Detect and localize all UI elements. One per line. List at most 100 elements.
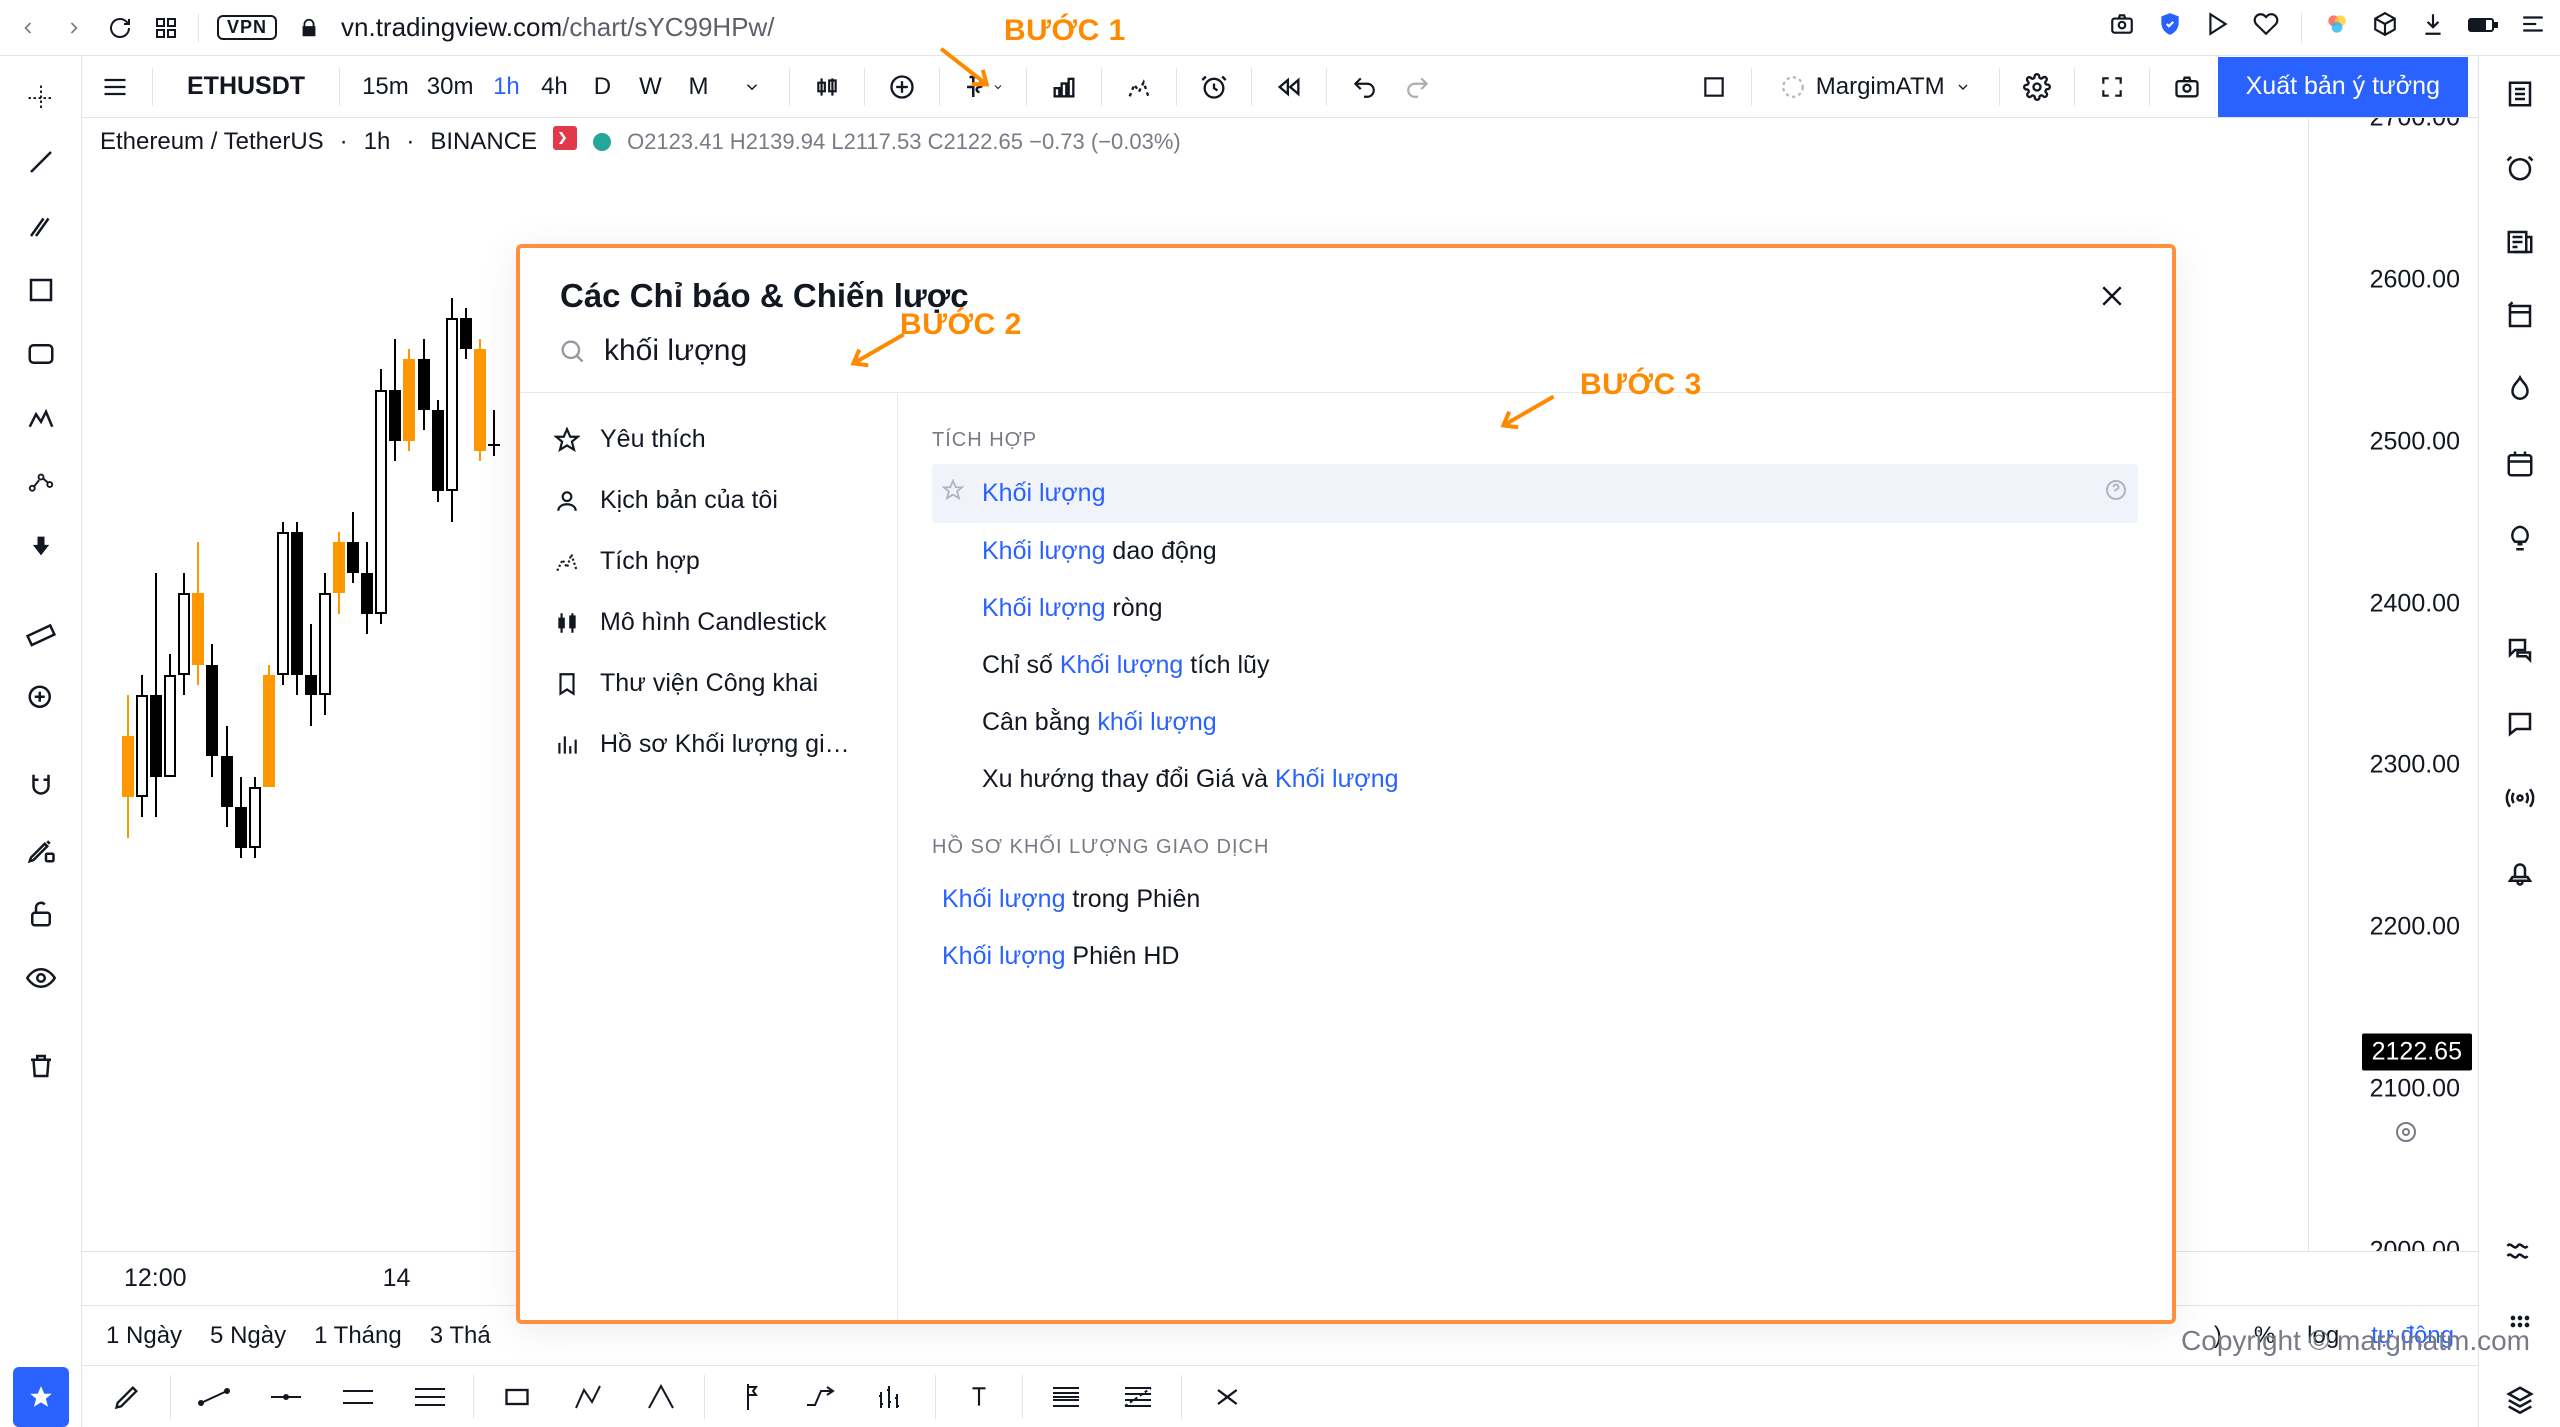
- crosshair-icon[interactable]: [13, 68, 69, 128]
- hamburger-icon[interactable]: [92, 64, 138, 110]
- stream-icon[interactable]: [2492, 770, 2548, 826]
- help-icon[interactable]: [2104, 478, 2128, 509]
- close-icon[interactable]: [2092, 276, 2132, 316]
- arrow-down-icon[interactable]: [13, 516, 69, 576]
- category-candle[interactable]: Mô hình Candlestick: [520, 592, 897, 653]
- category-chart[interactable]: Tích hợp: [520, 531, 897, 592]
- interval-D[interactable]: D: [579, 64, 625, 110]
- magnet-icon[interactable]: [13, 756, 69, 816]
- result-item[interactable]: Xu hướng thay đổi Giá và Khối lượng: [932, 751, 2138, 808]
- result-item[interactable]: Khối lượng: [932, 464, 2138, 523]
- result-item[interactable]: Khối lượng Phiên HD: [932, 928, 2138, 985]
- star-favorite-icon[interactable]: [13, 1367, 69, 1427]
- unlock-icon[interactable]: [13, 884, 69, 944]
- chat-multi-icon[interactable]: [2492, 622, 2548, 678]
- interval-M[interactable]: M: [675, 64, 721, 110]
- shapes-icon[interactable]: [13, 260, 69, 320]
- range-option[interactable]: 1 Tháng: [314, 1322, 402, 1349]
- symbol-button[interactable]: ETHUSDT: [167, 64, 325, 110]
- text-tool-icon[interactable]: [13, 324, 69, 384]
- pencil-lock-icon[interactable]: [13, 820, 69, 880]
- redo-icon[interactable]: [1395, 64, 1441, 110]
- layout-picker[interactable]: MargimATM: [1766, 64, 1985, 110]
- category-star[interactable]: Yêu thích: [520, 409, 897, 470]
- bell-icon[interactable]: [2492, 844, 2548, 900]
- chat-icon[interactable]: [2492, 696, 2548, 752]
- interval-W[interactable]: W: [627, 64, 673, 110]
- star-icon[interactable]: [942, 479, 964, 508]
- pencil-icon[interactable]: [92, 1373, 162, 1421]
- bars-tool-icon[interactable]: [857, 1373, 927, 1421]
- candles-style-icon[interactable]: [804, 64, 850, 110]
- ruler-icon[interactable]: [13, 604, 69, 664]
- apps-grid-icon[interactable]: [152, 14, 180, 42]
- menu-lines-icon[interactable]: [2520, 11, 2546, 44]
- reload-icon[interactable]: [106, 14, 134, 42]
- layers-icon[interactable]: [2492, 1371, 2548, 1427]
- forecast-icon[interactable]: [13, 452, 69, 512]
- vline-flag-icon[interactable]: [713, 1373, 783, 1421]
- heart-icon[interactable]: [2253, 11, 2279, 44]
- waves-icon[interactable]: [2492, 1223, 2548, 1279]
- interval-1h[interactable]: 1h: [483, 64, 529, 110]
- interval-15m[interactable]: 15m: [354, 64, 417, 110]
- download-icon[interactable]: [2420, 11, 2446, 44]
- data-window-icon[interactable]: [2492, 288, 2548, 344]
- interval-4h[interactable]: 4h: [531, 64, 577, 110]
- line-icon[interactable]: [179, 1373, 249, 1421]
- range-option[interactable]: 3 Thá: [430, 1322, 491, 1349]
- range-option[interactable]: 1 Ngày: [106, 1322, 182, 1349]
- triangle-icon[interactable]: [626, 1373, 696, 1421]
- price-axis[interactable]: 2700.002600.002500.002400.002300.002200.…: [2308, 118, 2478, 1251]
- color-palette-icon[interactable]: [2324, 11, 2350, 44]
- dialog-search[interactable]: [520, 334, 2172, 392]
- watchlist-icon[interactable]: [2492, 66, 2548, 122]
- result-item[interactable]: Khối lượng trong Phiên: [932, 871, 2138, 928]
- fib-retrace-icon[interactable]: [1031, 1373, 1101, 1421]
- vpn-badge[interactable]: VPN: [217, 15, 277, 40]
- calendar-icon[interactable]: [2492, 436, 2548, 492]
- trendline-icon[interactable]: [13, 132, 69, 192]
- scissors-icon[interactable]: [1190, 1373, 1260, 1421]
- cube-icon[interactable]: [2372, 11, 2398, 44]
- category-user[interactable]: Kịch bản của tôi: [520, 470, 897, 531]
- camera-icon[interactable]: [2109, 11, 2135, 44]
- select-rect-icon[interactable]: [1691, 64, 1737, 110]
- settings-gear-icon[interactable]: [2014, 64, 2060, 110]
- result-item[interactable]: Chỉ số Khối lượng tích lũy: [932, 637, 2138, 694]
- alarm-icon[interactable]: [2492, 140, 2548, 196]
- interval-30m[interactable]: 30m: [419, 64, 482, 110]
- result-item[interactable]: Khối lượng ròng: [932, 580, 2138, 637]
- pattern-icon[interactable]: [13, 388, 69, 448]
- chevron-down-icon[interactable]: [729, 64, 775, 110]
- price-arrow-icon[interactable]: [785, 1373, 855, 1421]
- compare-plus-icon[interactable]: [879, 64, 925, 110]
- axis-settings-icon[interactable]: [2394, 1120, 2418, 1151]
- undo-icon[interactable]: [1341, 64, 1387, 110]
- zoom-plus-icon[interactable]: [13, 668, 69, 728]
- alert-clock-icon[interactable]: [1191, 64, 1237, 110]
- battery-icon[interactable]: [2468, 14, 2498, 42]
- eye-icon[interactable]: [13, 948, 69, 1008]
- fullscreen-icon[interactable]: [2089, 64, 2135, 110]
- channel-icon[interactable]: [395, 1373, 465, 1421]
- result-item[interactable]: Khối lượng dao động: [932, 523, 2138, 580]
- template-icon[interactable]: [1116, 64, 1162, 110]
- range-option[interactable]: 5 Ngày: [210, 1322, 286, 1349]
- publish-button[interactable]: Xuất bản ý tưởng: [2218, 57, 2468, 117]
- result-item[interactable]: Cân bằng khối lượng: [932, 694, 2138, 751]
- hline-icon[interactable]: [251, 1373, 321, 1421]
- text-tool2-icon[interactable]: [944, 1373, 1014, 1421]
- forward-icon[interactable]: [60, 14, 88, 42]
- fib-icon[interactable]: [13, 196, 69, 256]
- shield-check-icon[interactable]: [2157, 11, 2183, 44]
- rect-icon[interactable]: [482, 1373, 552, 1421]
- trash-icon[interactable]: [13, 1036, 69, 1096]
- category-bars[interactable]: Hồ sơ Khối lượng gi…: [520, 714, 897, 775]
- news-icon[interactable]: [2492, 214, 2548, 270]
- replay-icon[interactable]: [1266, 64, 1312, 110]
- parallel-icon[interactable]: [323, 1373, 393, 1421]
- fib-ext-icon[interactable]: [1103, 1373, 1173, 1421]
- url-bar[interactable]: vn.tradingview.com/chart/sYC99HPw/: [341, 12, 775, 43]
- category-bookmark[interactable]: Thư viện Công khai: [520, 653, 897, 714]
